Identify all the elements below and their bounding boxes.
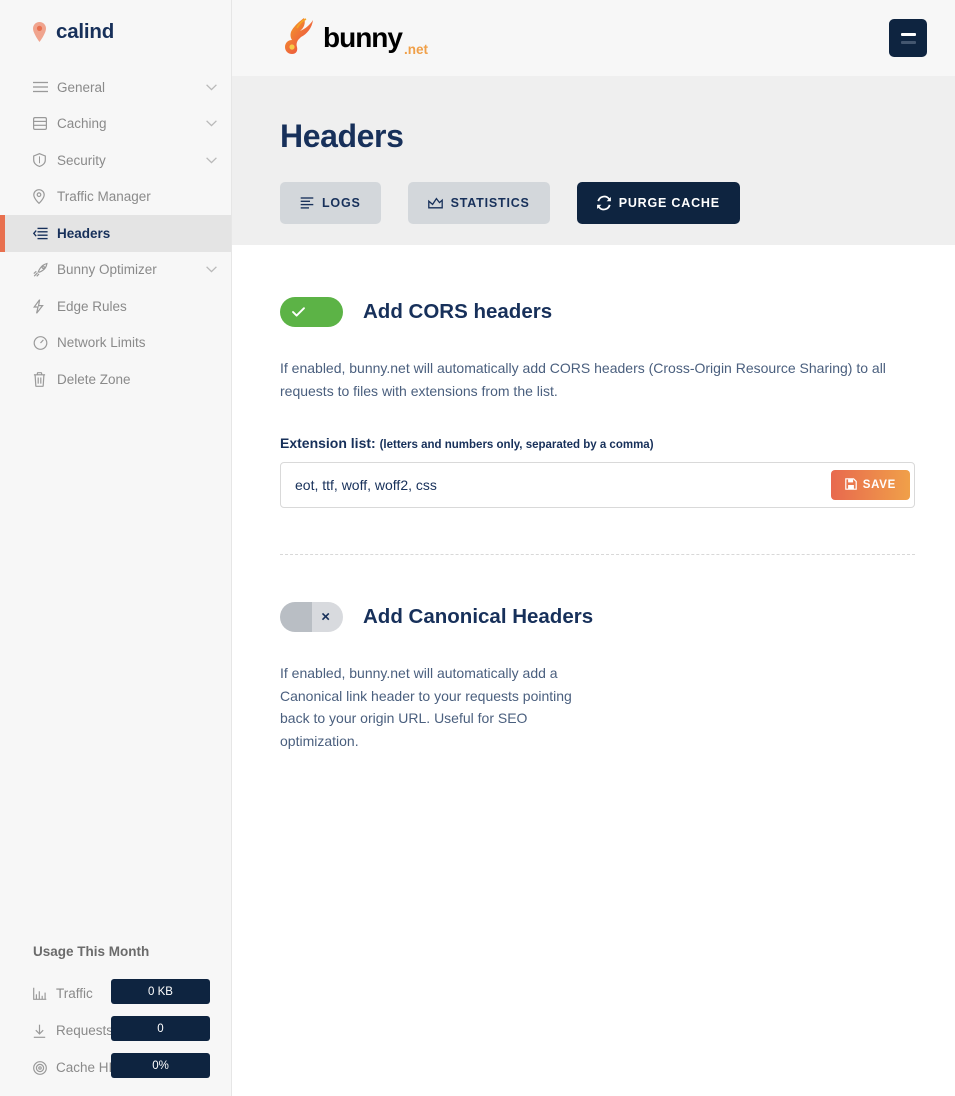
usage-label: Requests xyxy=(56,1023,114,1038)
sidebar-item-delete-zone[interactable]: Delete Zone xyxy=(0,361,231,398)
usage-row-traffic: Traffic 0 KB xyxy=(33,975,210,1012)
save-button-label: SAVE xyxy=(862,479,896,491)
menu-hamburger-icon[interactable] xyxy=(889,19,927,57)
close-icon: × xyxy=(321,608,330,626)
gauge-icon xyxy=(33,335,50,350)
hamburger-bar xyxy=(900,32,916,36)
extension-list-input[interactable] xyxy=(281,477,831,493)
sidebar-item-label: Caching xyxy=(57,116,107,132)
rocket-icon xyxy=(33,262,50,277)
sidebar-item-label: Edge Rules xyxy=(57,298,127,314)
bunny-logo-icon xyxy=(277,16,321,61)
hero-button-row: LOGS STATISTICS PURGE CACHE xyxy=(280,182,955,224)
usage-badge-requests: 0 xyxy=(111,1016,210,1041)
bunny-logo[interactable]: bunny .net xyxy=(277,16,428,61)
sidebar-item-caching[interactable]: Caching xyxy=(0,106,231,143)
refresh-icon xyxy=(596,195,611,211)
cors-section: Add CORS headers If enabled, bunny.net w… xyxy=(280,297,915,508)
map-pin-icon xyxy=(32,22,47,42)
canonical-description: If enabled, bunny.net will automatically… xyxy=(280,665,572,749)
canonical-section-title: Add Canonical Headers xyxy=(363,605,594,628)
sidebar-item-bunny-optimizer[interactable]: Bunny Optimizer xyxy=(0,252,231,289)
statistics-button[interactable]: STATISTICS xyxy=(407,182,550,224)
extension-list-label-text: Extension list: xyxy=(280,435,376,451)
purge-cache-button[interactable]: PURGE CACHE xyxy=(576,182,740,224)
sidebar-item-label: Delete Zone xyxy=(57,371,131,387)
main-area: bunny .net Headers LOGS STATISTICS PURGE… xyxy=(232,0,955,1096)
sidebar-item-label: Security xyxy=(57,152,106,168)
bar-chart-icon xyxy=(33,987,49,1000)
headers-icon xyxy=(32,227,50,240)
check-icon xyxy=(292,307,305,317)
sidebar-item-security[interactable]: Security xyxy=(0,142,231,179)
sidebar-nav: General Caching Security Traffic Manager… xyxy=(0,69,231,398)
save-icon xyxy=(844,477,857,493)
brand-logo[interactable]: calind xyxy=(0,0,231,48)
menu-lines-icon xyxy=(33,81,50,93)
page-title: Headers xyxy=(280,118,404,154)
cors-toggle[interactable] xyxy=(280,297,343,327)
usage-title: Usage This Month xyxy=(33,944,150,959)
bunny-logo-suffix: .net xyxy=(404,41,429,57)
chart-icon xyxy=(427,197,443,209)
button-label: LOGS xyxy=(322,196,361,210)
topbar: bunny .net xyxy=(232,0,955,76)
cors-description: If enabled, bunny.net will automatically… xyxy=(280,360,886,399)
sidebar-item-network-limits[interactable]: Network Limits xyxy=(0,325,231,362)
logs-button[interactable]: LOGS xyxy=(280,182,381,224)
sidebar-item-edge-rules[interactable]: Edge Rules xyxy=(0,288,231,325)
extension-list-label: Extension list: (letters and numbers onl… xyxy=(280,435,915,451)
usage-badge-traffic: 0 KB xyxy=(111,979,210,1004)
chevron-down-icon xyxy=(206,120,217,127)
sidebar-item-label: General xyxy=(57,79,106,95)
canonical-toggle[interactable]: × xyxy=(280,602,343,632)
brand-name: calind xyxy=(56,20,115,43)
extension-list-input-row: SAVE xyxy=(280,462,915,508)
database-icon xyxy=(33,117,50,131)
usage-label: Traffic xyxy=(56,986,93,1001)
usage-badge-cache-hit: 0% xyxy=(111,1053,210,1078)
chevron-down-icon xyxy=(206,266,217,273)
usage-row-cache-hit: Cache HIT 0% xyxy=(33,1049,210,1086)
download-icon xyxy=(33,1024,49,1038)
sidebar-item-label: Traffic Manager xyxy=(57,189,151,205)
shield-icon xyxy=(33,153,50,168)
logs-icon xyxy=(300,197,314,209)
sidebar-item-general[interactable]: General xyxy=(0,69,231,106)
button-label: STATISTICS xyxy=(450,196,530,210)
bunny-logo-text: bunny xyxy=(323,22,403,53)
sidebar-item-headers[interactable]: Headers xyxy=(0,215,231,252)
section-divider xyxy=(280,554,915,555)
canonical-section: × Add Canonical Headers If enabled, bunn… xyxy=(280,602,915,752)
canonical-section-header: × Add Canonical Headers xyxy=(280,602,915,632)
usage-row-requests: Requests 0 xyxy=(33,1012,210,1049)
bolt-icon xyxy=(33,299,50,314)
hamburger-bar xyxy=(900,40,916,44)
extension-list-hint: (letters and numbers only, separated by … xyxy=(379,439,654,451)
usage-panel: Usage This Month Traffic 0 KB Requests 0… xyxy=(0,944,230,1086)
trash-icon xyxy=(33,371,50,387)
content-area: Add CORS headers If enabled, bunny.net w… xyxy=(232,245,955,752)
cors-section-title: Add CORS headers xyxy=(363,300,553,323)
app-root: calind General Caching Security Traffic … xyxy=(0,0,955,1096)
chevron-down-icon xyxy=(206,84,217,91)
hero-section: Headers LOGS STATISTICS PURGE CACHE xyxy=(232,76,955,245)
sidebar-item-traffic-manager[interactable]: Traffic Manager xyxy=(0,179,231,216)
map-pin-icon xyxy=(33,189,50,205)
cors-section-header: Add CORS headers xyxy=(280,297,915,327)
sidebar: calind General Caching Security Traffic … xyxy=(0,0,232,1096)
target-icon xyxy=(33,1060,49,1075)
save-button[interactable]: SAVE xyxy=(830,470,910,500)
button-label: PURGE CACHE xyxy=(618,196,720,210)
sidebar-item-label: Headers xyxy=(57,225,111,241)
sidebar-item-label: Network Limits xyxy=(57,335,146,351)
sidebar-item-label: Bunny Optimizer xyxy=(57,262,157,278)
toggle-knob xyxy=(280,602,312,632)
chevron-down-icon xyxy=(206,157,217,164)
